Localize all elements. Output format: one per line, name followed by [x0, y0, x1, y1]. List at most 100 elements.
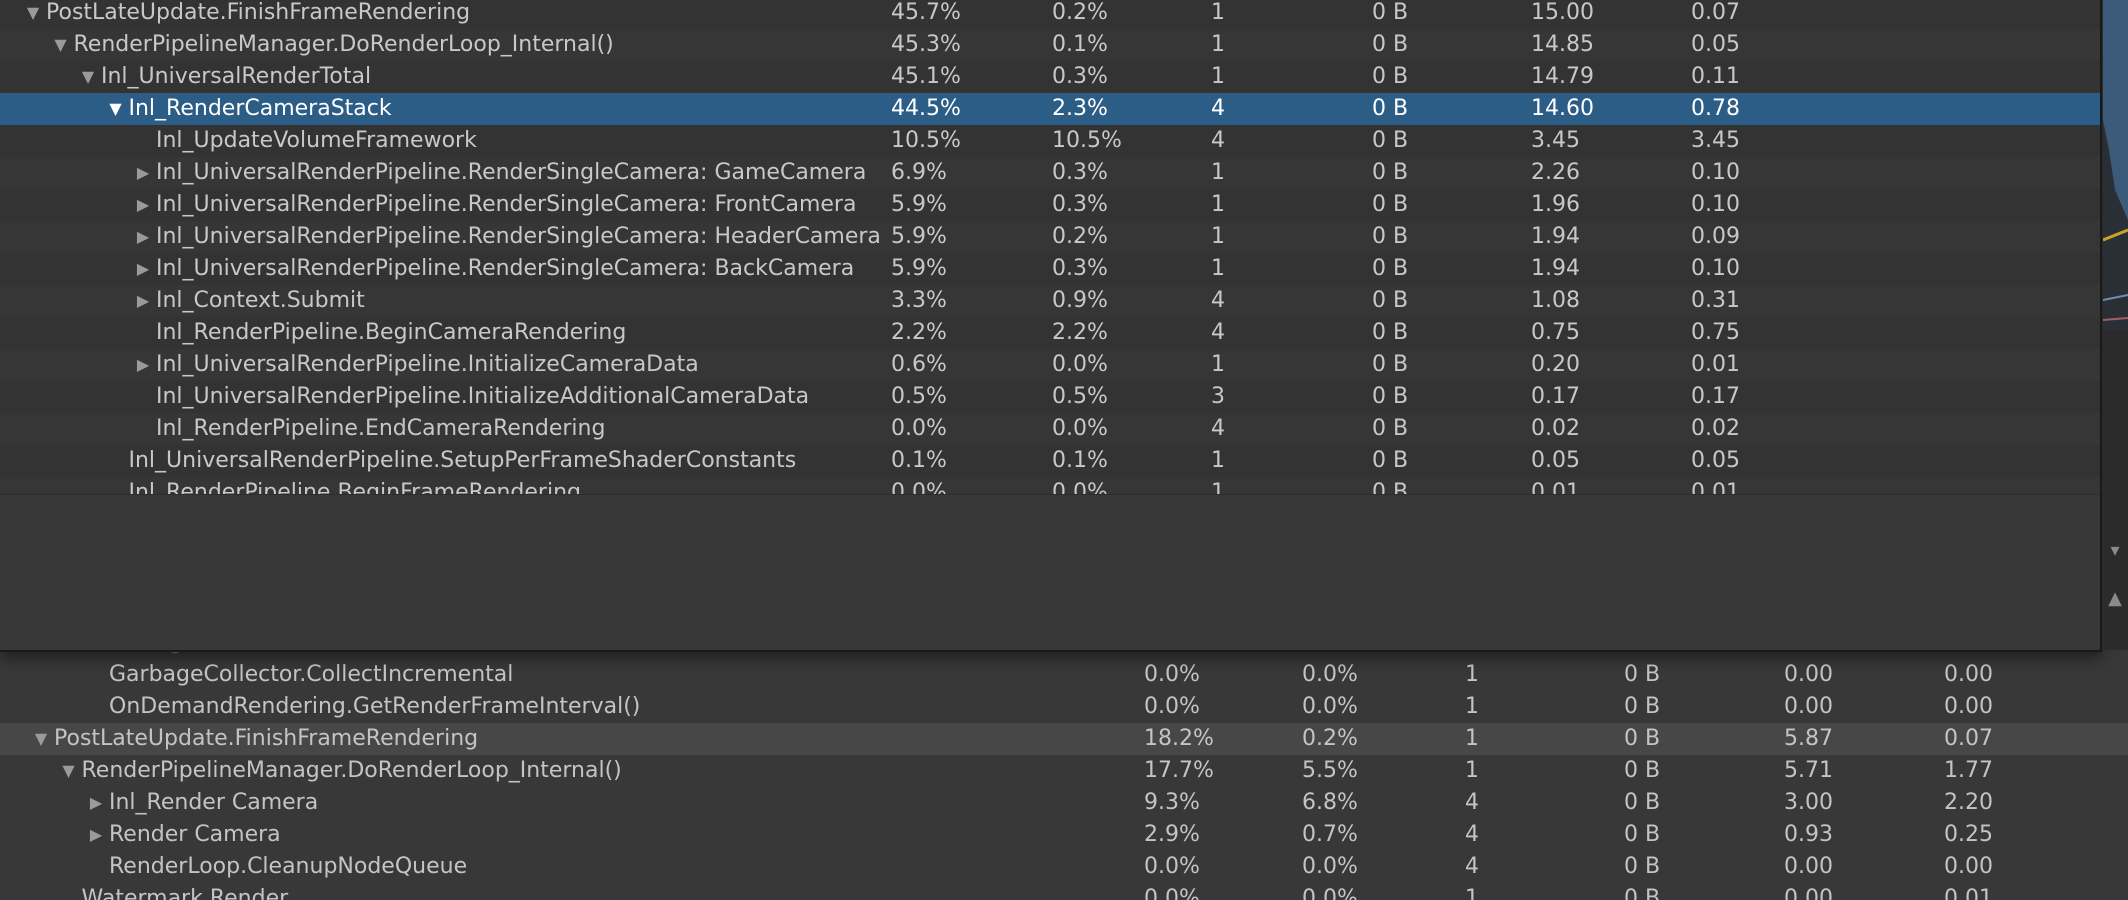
selected-table-row[interactable]: ▼ PostLateUpdate.FinishFrameRendering 18.2… [0, 723, 2128, 755]
table-row[interactable]: ▼ PostLateUpdate.FinishFrameRendering 45.7… [0, 0, 2100, 29]
table-row[interactable]: Inl_UniversalRenderPipeline.SetupPerFram… [0, 445, 2100, 477]
triangle-right-icon[interactable]: ▶ [132, 285, 154, 317]
row-calls: 4 [1211, 128, 1225, 153]
row-calls: 1 [1211, 448, 1225, 473]
table-row[interactable]: ▶ Inl_UniversalRenderPipeline.RenderSingl… [0, 221, 2100, 253]
row-gc-alloc: 0 B [1372, 224, 1409, 249]
table-row[interactable]: ▼ RenderPipelineManager.DoRenderLoop_Inte… [0, 755, 2128, 787]
triangle-down-icon[interactable]: ▼ [58, 755, 80, 787]
triangle-down-icon[interactable]: ▼ [105, 93, 127, 125]
row-time-ms: 0.00 [1784, 662, 1833, 687]
table-row[interactable]: GarbageCollector.CollectIncremental 0.0% 0… [0, 659, 2128, 691]
row-time-ms: 5.87 [1784, 726, 1833, 751]
row-self-percent: 5.5% [1302, 758, 1358, 783]
row-calls: 1 [1211, 32, 1225, 57]
table-row[interactable]: ▶ Inl_UniversalRenderPipeline.RenderSingl… [0, 189, 2100, 221]
table-row[interactable]: Inl_RenderPipeline.BeginCameraRendering 2… [0, 317, 2100, 349]
row-time-ms: 0.00 [1784, 854, 1833, 879]
chevron-down-icon[interactable]: ▾ [2104, 540, 2126, 562]
row-self-ms: 0.09 [1691, 224, 1740, 249]
table-row[interactable]: Inl_UpdateVolumeFramework 10.5% 10.5% 4 0 B 3… [0, 125, 2100, 157]
triangle-down-icon[interactable]: ▼ [30, 723, 52, 755]
table-row[interactable]: Watermark.Render 0.0% 0.0% 1 0 B 0.00 0.01 [0, 883, 2128, 900]
triangle-right-icon[interactable]: ▶ [85, 787, 107, 819]
table-row[interactable]: Inl_UniversalRenderPipeline.InitializeAd… [0, 381, 2100, 413]
row-self-percent: 0.1% [1052, 32, 1108, 57]
row-self-ms: 0.11 [1691, 64, 1740, 89]
triangle-down-icon[interactable]: ▼ [50, 29, 72, 61]
row-gc-alloc: 0 B [1372, 448, 1409, 473]
row-self-percent: 0.3% [1052, 192, 1108, 217]
row-gc-alloc: 0 B [1372, 0, 1409, 25]
selected-table-row[interactable]: ▼ Inl_RenderCameraStack 44.5% 2.3% 4 0 B 14.60… [0, 93, 2100, 125]
warning-triangle-icon[interactable]: ▲ [2104, 588, 2126, 610]
row-name: OnDemandRendering.GetRenderFrameInterval… [109, 694, 641, 719]
row-self-percent: 0.0% [1052, 416, 1108, 441]
row-gc-alloc: 0 B [1624, 662, 1661, 687]
table-row[interactable]: ▶ Inl_UniversalRenderPipeline.RenderSingl… [0, 157, 2100, 189]
triangle-down-icon[interactable]: ▼ [77, 61, 99, 93]
row-self-ms: 0.10 [1691, 256, 1740, 281]
row-time-ms: 1.96 [1531, 192, 1580, 217]
table-row[interactable]: ▶ Inl_Render Camera 9.3% 6.8% 4 0 B 3.00 2.20 [0, 787, 2128, 819]
row-total-percent: 0.0% [891, 480, 947, 494]
foreground-hierarchy-list[interactable]: ▼ PostLateUpdate.FinishFrameRendering 45.7… [0, 0, 2100, 494]
triangle-right-icon[interactable]: ▶ [132, 221, 154, 253]
row-total-percent: 10.5% [891, 128, 961, 153]
row-time-ms: 0.17 [1531, 384, 1580, 409]
row-self-percent: 0.0% [1052, 480, 1108, 494]
row-total-percent: 18.2% [1144, 726, 1214, 751]
table-row[interactable]: Inl_RenderPipeline.BeginFrameRendering 0.… [0, 477, 2100, 494]
table-row[interactable]: ▼ Inl_UniversalRenderTotal 45.1% 0.3% 1 0 B 14… [0, 61, 2100, 93]
row-self-ms: 0.07 [1691, 0, 1740, 25]
row-self-percent: 0.3% [1052, 160, 1108, 185]
row-calls: 1 [1211, 352, 1225, 377]
table-row[interactable]: OnDemandRendering.GetRenderFrameInterval… [0, 691, 2128, 723]
row-calls: 1 [1465, 694, 1479, 719]
row-total-percent: 3.3% [891, 288, 947, 313]
row-gc-alloc: 0 B [1372, 96, 1409, 121]
row-gc-alloc: 0 B [1372, 64, 1409, 89]
row-total-percent: 0.5% [891, 384, 947, 409]
row-self-ms: 0.00 [1944, 662, 1993, 687]
table-row[interactable]: ▶ Inl_UniversalRenderPipeline.RenderSingl… [0, 253, 2100, 285]
triangle-right-icon[interactable]: ▶ [132, 157, 154, 189]
table-row[interactable]: ▶ Render Camera 2.9% 0.7% 4 0 B 0.93 0.25 [0, 819, 2128, 851]
triangle-right-icon[interactable]: ▶ [85, 819, 107, 851]
table-row[interactable]: ▼ RenderPipelineManager.DoRenderLoop_Inte… [0, 29, 2100, 61]
row-self-percent: 0.3% [1052, 64, 1108, 89]
row-time-ms: 1.94 [1531, 256, 1580, 281]
triangle-right-icon[interactable]: ▶ [132, 253, 154, 285]
row-calls: 1 [1465, 758, 1479, 783]
row-total-percent: 45.7% [891, 0, 961, 25]
row-self-ms: 0.10 [1691, 160, 1740, 185]
row-gc-alloc: 0 B [1372, 384, 1409, 409]
row-time-ms: 0.00 [1784, 694, 1833, 719]
row-self-percent: 2.3% [1052, 96, 1108, 121]
triangle-down-icon[interactable]: ▼ [22, 0, 44, 29]
table-row[interactable]: ▶ Inl_UniversalRenderPipeline.InitializeC… [0, 349, 2100, 381]
row-name: Inl_Render Camera [109, 790, 319, 815]
table-row[interactable]: Inl_RenderPipeline.EndCameraRendering 0.0… [0, 413, 2100, 445]
row-time-ms: 0.20 [1531, 352, 1580, 377]
row-gc-alloc: 0 B [1372, 256, 1409, 281]
row-calls: 4 [1465, 822, 1479, 847]
row-time-ms: 2.26 [1531, 160, 1580, 185]
row-name: Inl_RenderCameraStack [128, 96, 392, 121]
row-self-ms: 0.07 [1944, 726, 1993, 751]
row-time-ms: 14.79 [1531, 64, 1594, 89]
row-self-ms: 0.05 [1691, 32, 1740, 57]
row-gc-alloc: 0 B [1372, 480, 1409, 494]
row-name: Inl_UniversalRenderPipeline.RenderSingle… [156, 224, 880, 249]
row-calls: 1 [1211, 480, 1225, 494]
triangle-right-icon[interactable]: ▶ [132, 349, 154, 381]
row-self-percent: 0.3% [1052, 256, 1108, 281]
row-total-percent: 44.5% [891, 96, 961, 121]
row-time-ms: 1.08 [1531, 288, 1580, 313]
table-row[interactable]: ▶ Inl_Context.Submit 3.3% 0.9% 4 0 B 1.08 0.31 [0, 285, 2100, 317]
table-row[interactable]: RenderLoop.CleanupNodeQueue 0.0% 0.0% 4 0 B 0… [0, 851, 2128, 883]
row-self-percent: 0.2% [1302, 726, 1358, 751]
row-time-ms: 3.45 [1531, 128, 1580, 153]
row-total-percent: 6.9% [891, 160, 947, 185]
triangle-right-icon[interactable]: ▶ [132, 189, 154, 221]
